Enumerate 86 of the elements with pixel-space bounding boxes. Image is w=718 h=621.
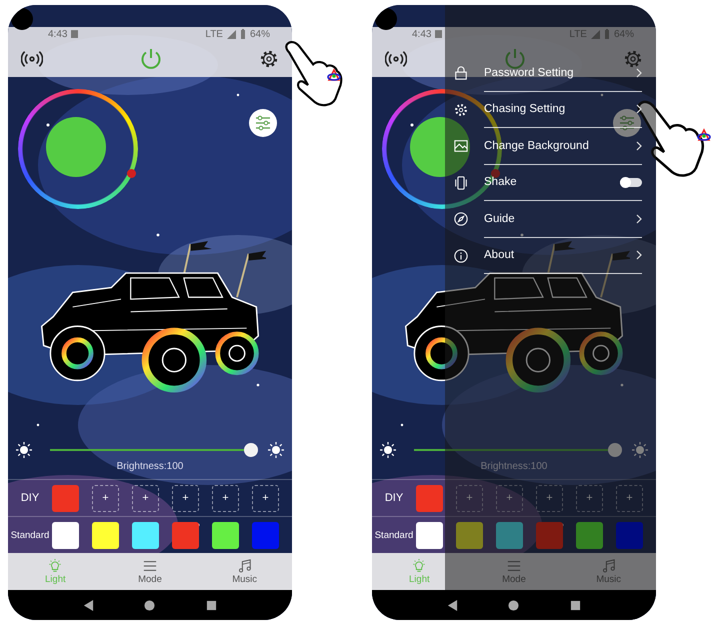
chevron-icon	[636, 250, 642, 260]
sun-icon	[268, 442, 284, 458]
brightness-slider[interactable]	[414, 443, 622, 457]
add-color-button[interactable]: +	[132, 484, 159, 512]
status-time: 4:43	[48, 28, 68, 40]
add-color-button[interactable]: +	[252, 484, 279, 512]
menu-item[interactable]: Shake	[454, 164, 642, 201]
color-swatch[interactable]	[416, 484, 443, 512]
signal-icon	[226, 30, 236, 38]
add-color-button[interactable]: +	[496, 484, 523, 512]
add-color-button[interactable]: +	[172, 484, 199, 512]
gear-icon	[454, 102, 468, 117]
color-swatch[interactable]	[172, 522, 199, 548]
add-color-button[interactable]: +	[92, 484, 119, 512]
standard-label: Standard	[10, 530, 50, 540]
status-time: 4:43	[412, 28, 432, 40]
color-swatch[interactable]	[92, 522, 119, 548]
recents-icon[interactable]	[206, 600, 217, 610]
add-color-button[interactable]: +	[456, 484, 483, 512]
network-label: LTE	[205, 28, 223, 40]
vibrate-icon	[454, 176, 468, 190]
battery-level: 64%	[250, 28, 270, 40]
menu-item[interactable]: About	[454, 238, 642, 274]
battery-icon	[240, 29, 246, 39]
color-swatch[interactable]	[252, 522, 279, 548]
nav-tab[interactable]: Mode	[120, 553, 180, 590]
broadcast-icon[interactable]	[385, 49, 407, 69]
hand-pointer-icon	[636, 98, 706, 178]
home-icon[interactable]	[144, 600, 156, 610]
color-swatch[interactable]	[212, 522, 239, 548]
color-swatch[interactable]	[52, 522, 79, 548]
sun-icon	[632, 442, 648, 458]
add-color-button[interactable]: +	[536, 484, 563, 512]
shake-toggle[interactable]	[620, 178, 642, 187]
sun-icon	[380, 442, 396, 458]
menu-icon	[142, 558, 157, 572]
nav-tab[interactable]: Music	[214, 553, 275, 590]
chevron-icon	[636, 140, 642, 151]
diy-label: DIY	[384, 492, 404, 504]
sd-card-icon	[435, 30, 442, 38]
add-color-button[interactable]: +	[212, 484, 239, 512]
color-swatch[interactable]	[496, 522, 523, 548]
brightness-label: Brightness:100	[116, 461, 184, 472]
settings-icon[interactable]	[258, 49, 280, 69]
chevron-icon	[636, 214, 642, 224]
sliders-button[interactable]	[249, 109, 277, 137]
color-swatch[interactable]	[536, 522, 563, 548]
color-swatch[interactable]	[132, 522, 159, 548]
info-icon	[454, 248, 468, 263]
color-swatch[interactable]	[52, 484, 79, 512]
sliders-button[interactable]	[613, 109, 641, 137]
menu-item[interactable]: Guide	[454, 201, 642, 238]
brightness-slider[interactable]	[50, 443, 258, 457]
recents-icon[interactable]	[570, 600, 581, 610]
back-icon[interactable]	[83, 600, 94, 610]
chevron-icon	[636, 104, 642, 114]
menu-item[interactable]: Change Background	[454, 128, 642, 164]
music-note-icon	[602, 558, 616, 572]
broadcast-icon[interactable]	[21, 49, 43, 69]
menu-item[interactable]: Password Setting	[454, 55, 642, 92]
sun-icon	[16, 442, 32, 458]
battery-icon	[604, 29, 610, 39]
signal-icon	[590, 30, 600, 38]
color-swatch[interactable]	[456, 522, 483, 548]
menu-icon	[506, 558, 521, 572]
home-icon[interactable]	[508, 600, 520, 610]
lock-icon	[454, 66, 468, 80]
light-bulb-icon	[412, 558, 426, 572]
image-icon	[454, 139, 468, 154]
brightness-label: Brightness:100	[480, 461, 548, 472]
compass-icon	[454, 212, 468, 226]
back-icon[interactable]	[447, 600, 458, 610]
color-swatch[interactable]	[576, 522, 603, 548]
add-color-button[interactable]: +	[616, 484, 643, 512]
hand-pointer-icon	[284, 38, 344, 108]
color-swatch[interactable]	[416, 522, 443, 548]
logo-icon	[696, 128, 712, 144]
sd-card-icon	[71, 30, 78, 38]
logo-icon	[326, 68, 342, 84]
diy-label: DIY	[20, 492, 40, 504]
color-swatch[interactable]	[616, 522, 643, 548]
light-bulb-icon	[48, 558, 62, 572]
standard-label: Standard	[374, 530, 414, 540]
chevron-icon	[636, 68, 642, 78]
add-color-button[interactable]: +	[576, 484, 603, 512]
music-note-icon	[238, 558, 252, 572]
